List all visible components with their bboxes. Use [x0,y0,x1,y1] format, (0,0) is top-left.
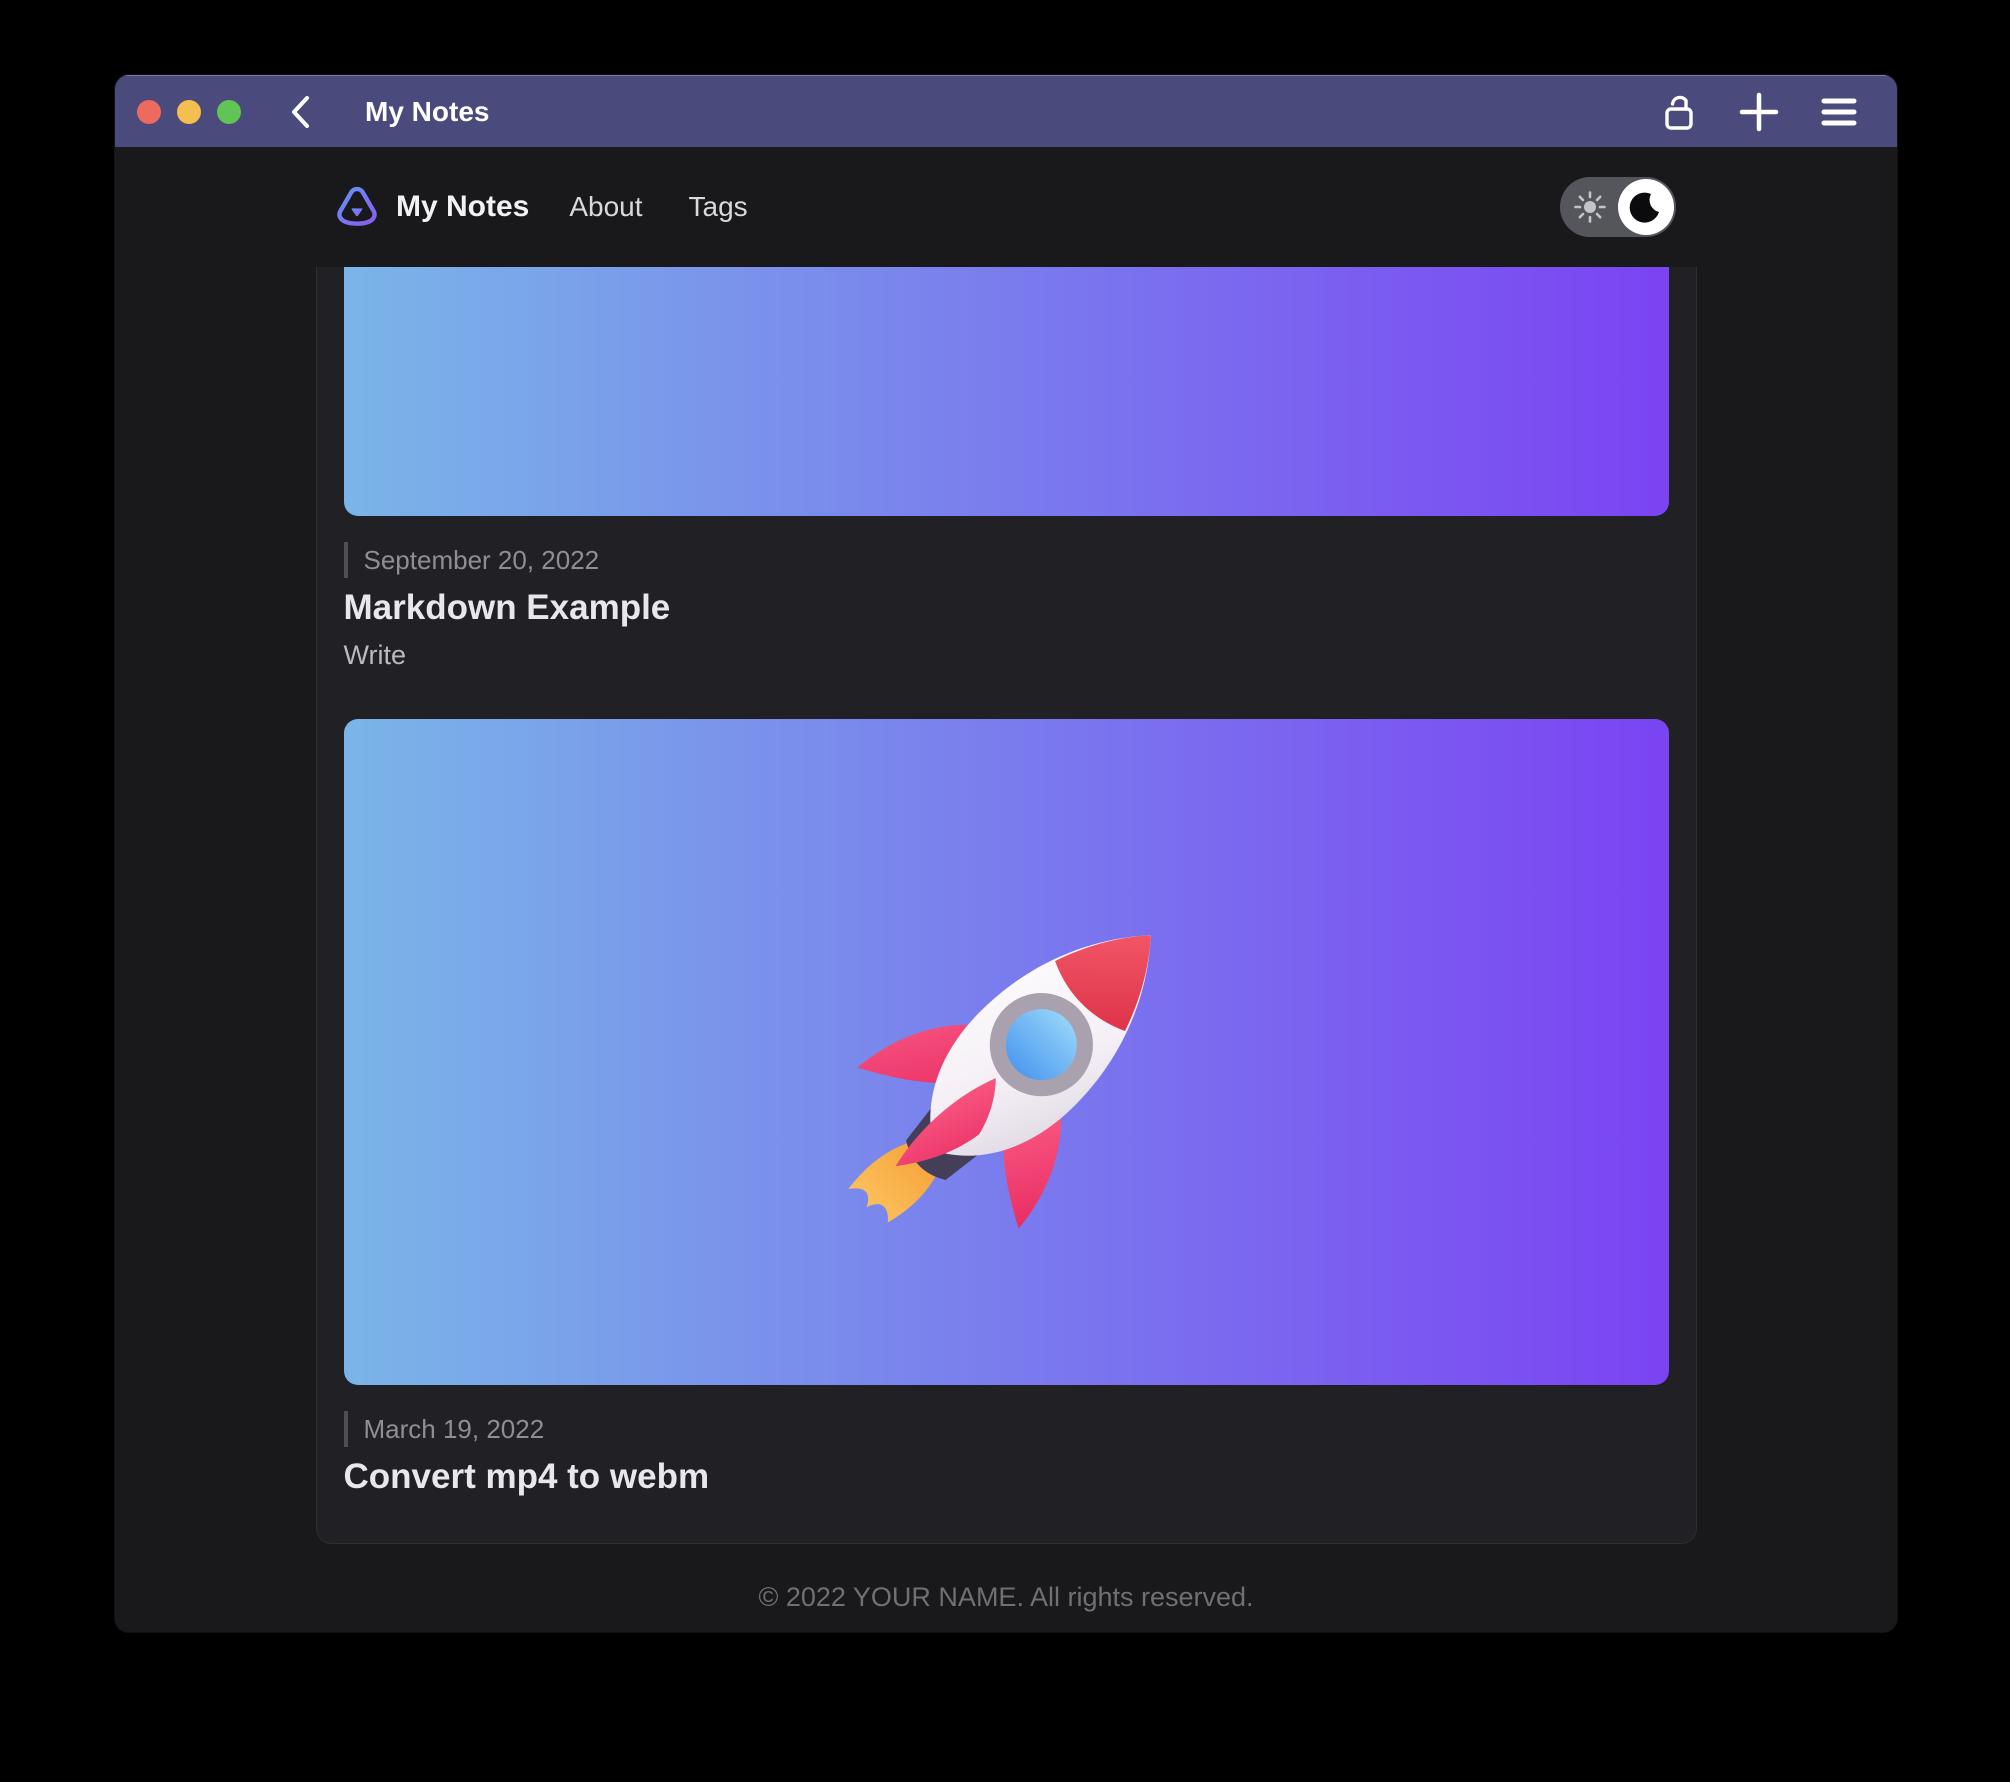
post-meta: September 20, 2022 [343,542,1669,578]
zoom-window-button[interactable] [217,99,241,124]
lock-open-icon [1659,90,1699,134]
hamburger-icon [1820,94,1858,130]
menu-button[interactable] [1817,90,1861,134]
post-date: March 19, 2022 [363,1413,545,1444]
navbar-inner: My Notes About Tags [336,147,1676,267]
rocket-3d-icon [799,857,1229,1287]
post-meta: March 19, 2022 [343,1411,1669,1447]
post-card: September 20, 2022 Markdown Example Writ… [343,267,1669,671]
navbar: My Notes About Tags [115,147,1897,267]
page-content: My Notes About Tags September 20, 2022 M… [115,147,1897,1632]
titlebar-actions [1657,90,1861,134]
back-button[interactable] [283,94,319,130]
meta-divider [343,1411,348,1447]
nav-link-tags[interactable]: Tags [689,191,748,223]
theme-toggle-knob [1618,179,1674,235]
window-title: My Notes [365,95,490,127]
post-list-panel: September 20, 2022 Markdown Example Writ… [315,267,1697,1544]
app-window: My Notes My Notes About Tags September 2… [115,75,1897,1632]
site-logo-icon[interactable] [336,186,378,228]
lock-button[interactable] [1657,90,1701,134]
close-window-button[interactable] [137,99,161,124]
scroll-area[interactable]: September 20, 2022 Markdown Example Writ… [115,267,1897,1632]
traffic-lights [137,99,241,124]
post-banner-rocket[interactable] [343,719,1669,1385]
brand-link[interactable]: My Notes [396,190,529,224]
footer-copyright: © 2022 YOUR NAME. All rights reserved. [758,1582,1254,1612]
post-date: September 20, 2022 [363,544,600,575]
post-card: March 19, 2022 Convert mp4 to webm [343,719,1669,1497]
sun-icon [1574,191,1606,223]
post-title-link[interactable]: Markdown Example [344,588,1669,628]
titlebar: My Notes [115,75,1897,147]
chevron-left-icon [286,94,316,130]
plus-icon [1737,90,1781,134]
nav-link-about[interactable]: About [569,191,642,223]
moon-icon [1629,190,1663,224]
post-excerpt: Write [343,640,407,670]
post-banner-gradient[interactable] [343,267,1669,516]
post-title-link[interactable]: Convert mp4 to webm [344,1457,1669,1497]
minimize-window-button[interactable] [177,99,201,124]
theme-toggle[interactable] [1560,177,1676,237]
new-tab-button[interactable] [1737,90,1781,134]
meta-divider [343,542,348,578]
